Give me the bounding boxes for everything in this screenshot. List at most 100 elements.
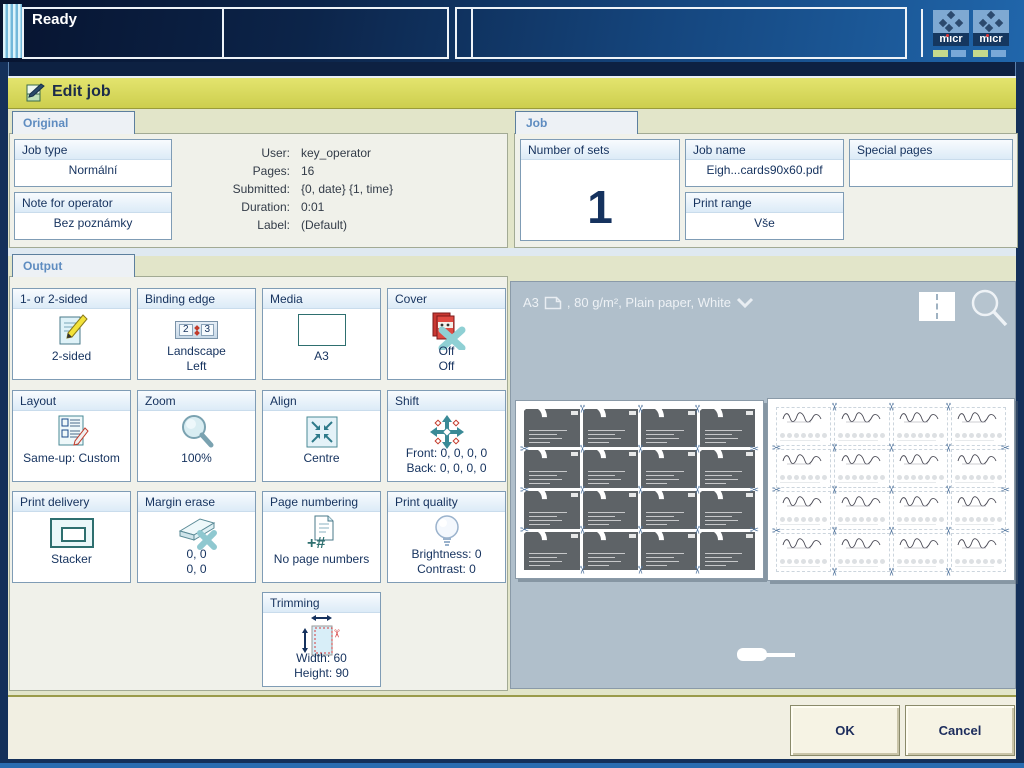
tab-output[interactable]: Output xyxy=(12,254,135,277)
scissors-cut-mark-icon: ✂ xyxy=(1001,442,1010,455)
tile-label: Align xyxy=(263,391,380,411)
special-pages-tile[interactable]: Special pages xyxy=(849,139,1013,187)
scissors-cut-mark-icon: ✂ xyxy=(827,567,840,576)
tile-value: Front: 0, 0, 0, 0 xyxy=(388,446,505,461)
shift-tile[interactable]: Shift Front: 0, 0, 0, 0Back: 0, 0, 0, 0 xyxy=(387,390,506,482)
ok-button[interactable]: OK xyxy=(790,705,900,756)
business-card-front xyxy=(524,532,580,570)
zoom-tile[interactable]: Zoom 100% xyxy=(137,390,256,482)
info-label: Label: xyxy=(186,218,290,232)
scissors-cut-mark-icon: ✂ xyxy=(520,523,529,536)
tile-value: Landscape xyxy=(138,344,255,359)
preview-front-page: ✂✂✂✂✂✂✂✂✂✂✂✂✂✂✂✂✂✂✂✂✂ xyxy=(515,400,764,579)
layout-tile[interactable]: Layout Same-up: Custom xyxy=(12,390,131,482)
tile-value: Centre xyxy=(263,451,380,466)
section-gap xyxy=(8,248,1016,256)
margin-erase-tile[interactable]: Margin erase 0, 00, 0 xyxy=(137,491,256,583)
info-row: Pages: 16 xyxy=(186,164,502,178)
panel-divider xyxy=(471,9,473,57)
tile-value: 2-sided xyxy=(13,349,130,364)
print-quality-tile[interactable]: Print quality Brightness: 0Contrast: 0 xyxy=(387,491,506,583)
business-card-back xyxy=(776,491,831,530)
scissors-cut-mark-icon: ✂ xyxy=(885,485,898,494)
dialog-title: Edit job xyxy=(52,83,111,101)
media-dropdown[interactable]: A3 , 80 g/m², Plain paper, White xyxy=(523,295,754,310)
info-value: 16 xyxy=(301,164,314,178)
business-card-front xyxy=(700,491,756,529)
tile-label: Binding edge xyxy=(138,289,255,309)
top-status-bar: Ready mıcr mıcr xyxy=(0,0,1024,62)
media-tile[interactable]: Media A3 xyxy=(262,288,381,380)
job-type-tile[interactable]: Job type Normální xyxy=(14,139,172,187)
preview-back-page: ✂✂✂✂✂✂✂✂✂✂✂✂✂✂✂✂✂✂✂✂✂ xyxy=(767,398,1015,581)
business-card-front xyxy=(700,409,756,447)
scissors-cut-mark-icon: ✂ xyxy=(690,525,703,534)
tile-value: Normální xyxy=(15,163,171,178)
cover-tile[interactable]: Cover OffOff xyxy=(387,288,506,380)
business-card-front xyxy=(583,409,639,447)
business-card-front xyxy=(524,409,580,447)
page-numbering-icon: +# xyxy=(263,514,380,552)
info-label: Duration: xyxy=(186,200,290,214)
business-card-back xyxy=(776,449,831,488)
business-card-front xyxy=(700,532,756,570)
scissors-cut-mark-icon: ✂ xyxy=(942,567,955,576)
scissors-cut-mark-icon: ✂ xyxy=(576,404,589,413)
page-numbering-tile[interactable]: Page numbering +# No page numbers xyxy=(262,491,381,583)
scissors-cut-mark-icon: ✂ xyxy=(576,485,589,494)
scissors-cut-mark-icon: ✂ xyxy=(772,524,781,537)
job-info-list: User: key_operator Pages: 16 Submitted: … xyxy=(186,146,502,236)
scissors-cut-mark-icon: ✂ xyxy=(576,525,589,534)
business-card-front xyxy=(641,450,697,488)
scissors-cut-mark-icon: ✂ xyxy=(520,483,529,496)
business-card-front xyxy=(583,491,639,529)
scissors-cut-mark-icon: ✂ xyxy=(885,526,898,535)
info-row: Label: (Default) xyxy=(186,218,502,232)
business-card-back xyxy=(834,449,889,488)
scissors-cut-mark-icon: ✂ xyxy=(1001,483,1010,496)
tile-value: Eigh...cards90x60.pdf xyxy=(686,163,843,178)
layout-icon xyxy=(13,413,130,451)
scissors-cut-mark-icon: ✂ xyxy=(772,483,781,496)
align-tile[interactable]: Align Centre xyxy=(262,390,381,482)
business-card-back xyxy=(834,491,889,530)
preview-zoom-button[interactable] xyxy=(967,286,1011,330)
job-name-tile[interactable]: Job name Eigh...cards90x60.pdf xyxy=(685,139,844,187)
tile-value: Stacker xyxy=(13,552,130,567)
scissors-cut-mark-icon: ✂ xyxy=(690,404,703,413)
business-card-front xyxy=(583,450,639,488)
business-card-back xyxy=(893,449,948,488)
one-or-two-sided-tile[interactable]: 1- or 2-sided 2-sided xyxy=(12,288,131,380)
trimming-tile[interactable]: Trimming ✂ Width: 60Height: 90 xyxy=(262,592,381,687)
micr-wordmark: mıcr xyxy=(973,33,1009,46)
tile-value: Same-up: Custom xyxy=(13,451,130,466)
business-card-back xyxy=(893,407,948,446)
brand-stripes-icon xyxy=(3,4,22,58)
spread-view-button[interactable] xyxy=(919,292,955,321)
scissors-cut-mark-icon: ✂ xyxy=(633,445,646,454)
tab-job[interactable]: Job xyxy=(515,111,638,134)
business-card-back xyxy=(893,491,948,530)
number-of-sets-value: 1 xyxy=(521,174,679,240)
tile-label: Print range xyxy=(686,193,843,213)
scissors-cut-mark-icon: ✂ xyxy=(772,442,781,455)
tile-value: A3 xyxy=(263,349,380,364)
media-icon xyxy=(263,311,380,349)
scissors-cut-mark-icon: ✂ xyxy=(942,444,955,453)
tile-value: Brightness: 0 xyxy=(388,547,505,562)
print-range-tile[interactable]: Print range Vše xyxy=(685,192,844,240)
status-text: Ready xyxy=(32,11,77,28)
tab-original[interactable]: Original xyxy=(12,111,135,134)
number-of-sets-tile[interactable]: Number of sets 1 xyxy=(520,139,680,241)
chevron-down-icon xyxy=(736,297,754,308)
binding-edge-tile[interactable]: Binding edge 2 3 LandscapeLeft xyxy=(137,288,256,380)
panel-divider xyxy=(222,9,224,57)
scissors-cut-mark-icon: ✂ xyxy=(690,445,703,454)
scissors-cut-mark-icon: ✂ xyxy=(690,565,703,574)
print-delivery-tile[interactable]: Print delivery Stacker xyxy=(12,491,131,583)
business-card-back xyxy=(834,533,889,572)
note-for-operator-tile[interactable]: Note for operator Bez poznámky xyxy=(14,192,172,240)
dialog-frame-accent xyxy=(0,763,1024,768)
tile-label: 1- or 2-sided xyxy=(13,289,130,309)
cancel-button[interactable]: Cancel xyxy=(905,705,1015,756)
